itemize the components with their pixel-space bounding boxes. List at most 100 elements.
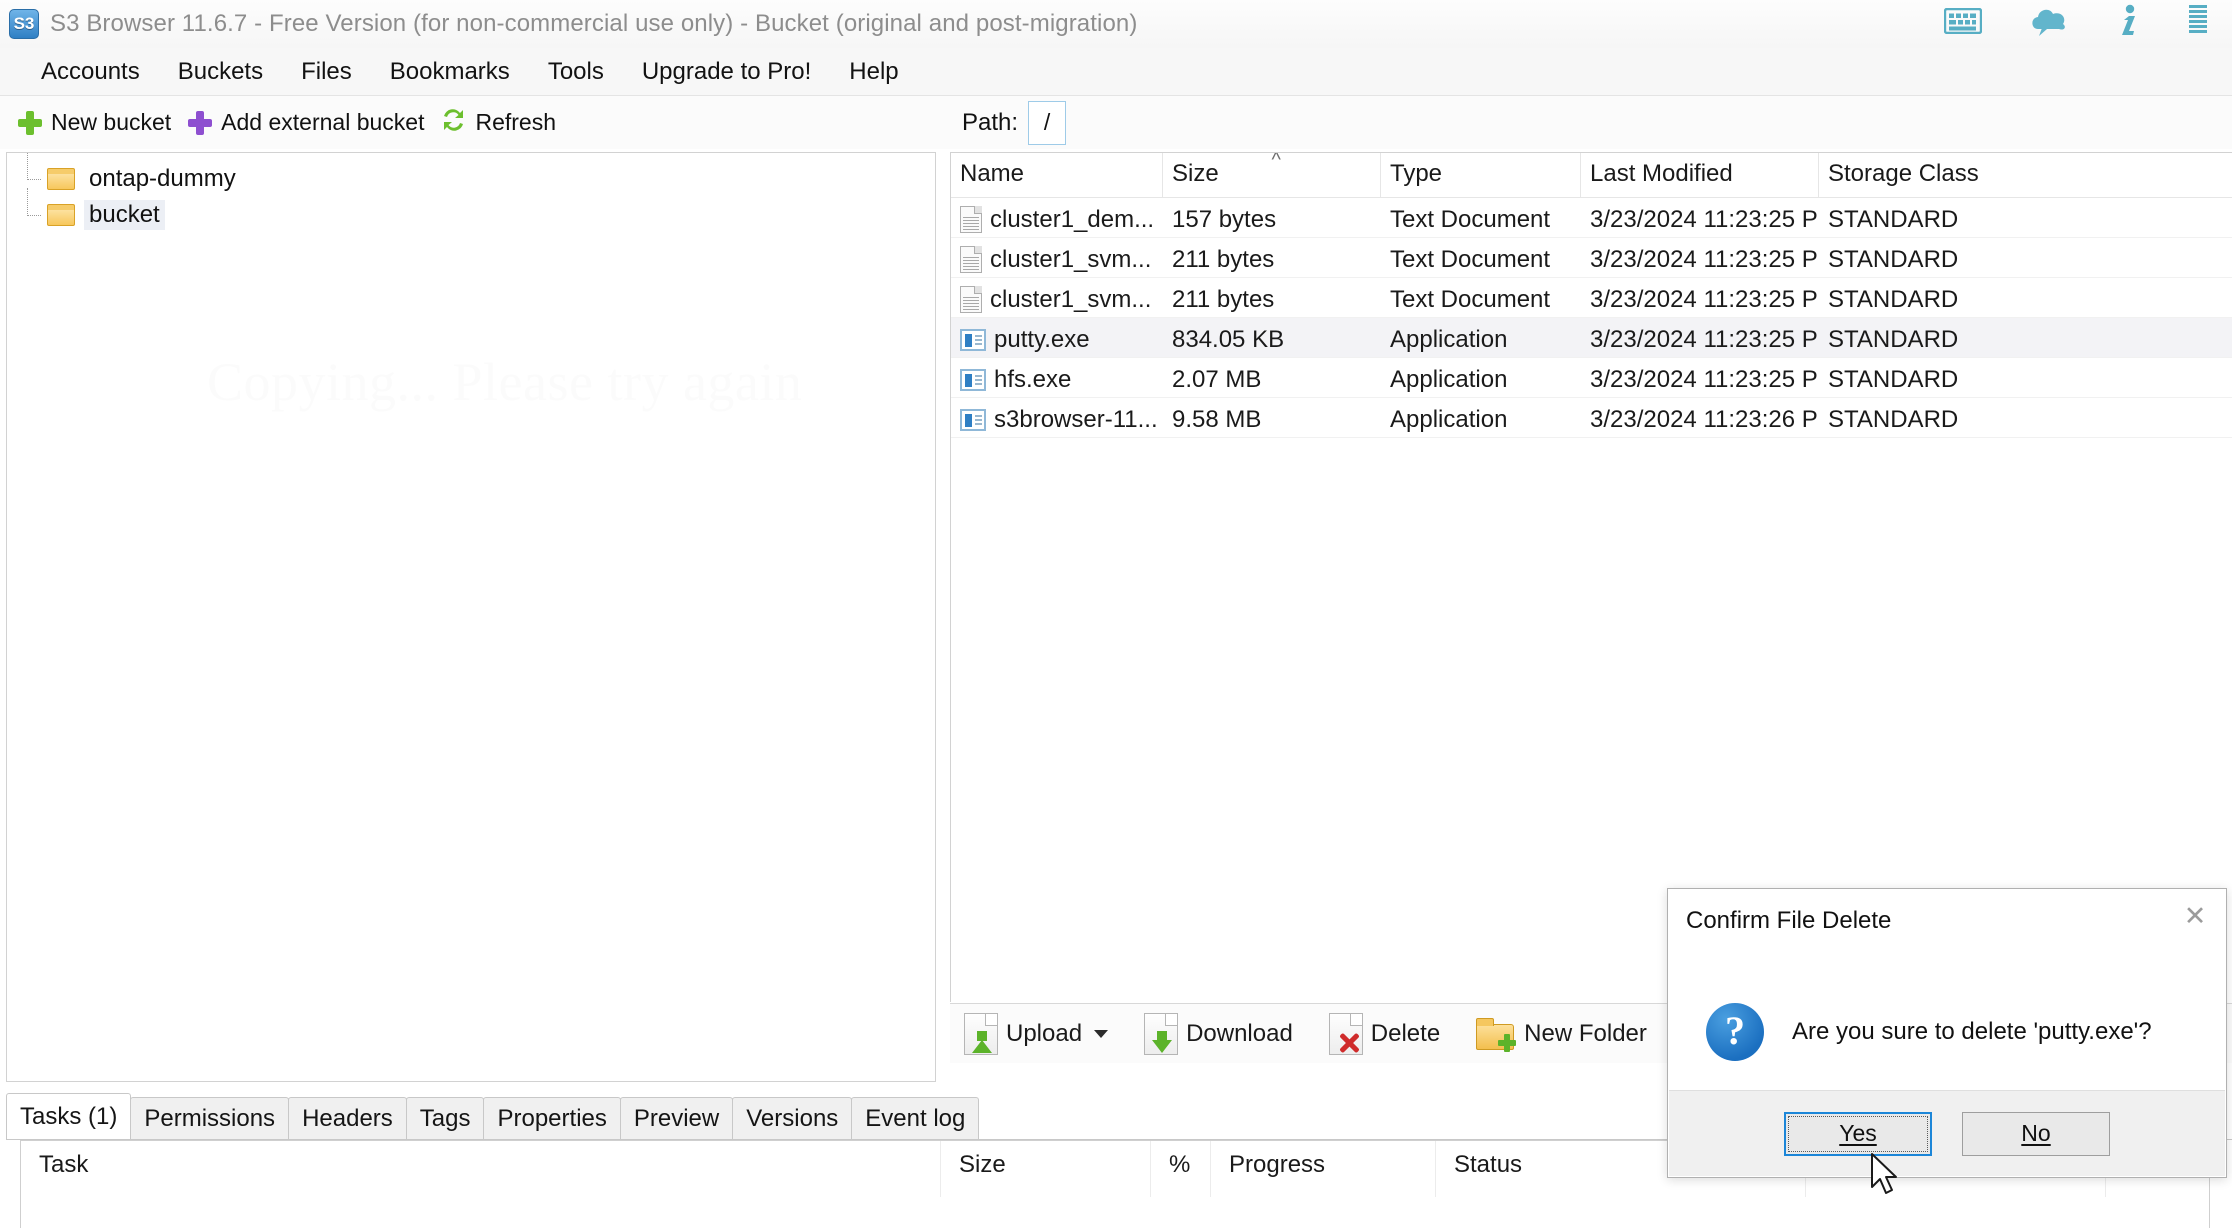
table-row[interactable]: hfs.exe 2.07 MB Application 3/23/2024 11… [951, 358, 2232, 398]
new-folder-button[interactable]: New Folder [1472, 1016, 1659, 1052]
no-button-label: No [2021, 1120, 2051, 1146]
tab-tasks[interactable]: Tasks (1) [6, 1093, 132, 1139]
table-row[interactable]: cluster1_svm... 211 bytes Text Document … [951, 238, 2232, 278]
menu-help[interactable]: Help [830, 56, 917, 88]
cell-type: Text Document [1390, 285, 1551, 313]
question-mark-icon: ? [1706, 1003, 1764, 1061]
text-document-icon [960, 286, 982, 313]
chevron-down-icon[interactable] [1094, 1029, 1109, 1038]
table-row[interactable]: cluster1_dem... 157 bytes Text Document … [951, 198, 2232, 238]
sort-ascending-icon: ^ [1271, 153, 1281, 171]
file-list-header: Name ^ Size Type Last Modified Storage C… [951, 153, 2232, 198]
application-icon [960, 328, 986, 351]
new-folder-icon [1476, 1017, 1517, 1052]
menu-tools[interactable]: Tools [529, 56, 623, 88]
file-list[interactable]: Name ^ Size Type Last Modified Storage C… [950, 152, 2232, 1002]
column-header-name-label: Name [960, 160, 1025, 187]
menu-bookmarks[interactable]: Bookmarks [371, 56, 529, 88]
cell-type: Application [1390, 325, 1508, 353]
cell-last-modified: 3/23/2024 11:23:26 PM [1590, 405, 1819, 433]
cell-name: cluster1_svm... [951, 238, 1163, 277]
table-row-selected[interactable]: putty.exe 834.05 KB Application 3/23/202… [951, 318, 2232, 358]
tab-preview[interactable]: Preview [619, 1097, 734, 1139]
yes-button-label: Yes [1839, 1120, 1877, 1146]
cell-size: 834.05 KB [1172, 325, 1285, 353]
tree-connector [27, 153, 41, 180]
delete-icon [1328, 1012, 1363, 1055]
application-icon [960, 408, 986, 431]
delete-button[interactable]: Delete [1325, 1011, 1452, 1057]
menu-files[interactable]: Files [282, 56, 371, 88]
refresh-button[interactable]: Refresh [436, 105, 568, 141]
task-column-header-progress[interactable]: Progress [1211, 1141, 1436, 1197]
bucket-tree-panel[interactable]: Copying... Please try again ontap-dummy … [6, 152, 936, 1082]
cell-storage-class: STANDARD [1828, 325, 1959, 353]
status-watermark: Copying... Please try again [207, 352, 803, 412]
table-row[interactable]: s3browser-11... 9.58 MB Application 3/23… [951, 398, 2232, 438]
cell-last-modified: 3/23/2024 11:23:25 PM [1590, 365, 1819, 393]
column-header-type[interactable]: Type [1381, 153, 1581, 197]
column-header-last-modified[interactable]: Last Modified [1581, 153, 1819, 197]
tab-permissions[interactable]: Permissions [130, 1097, 290, 1139]
tab-event-log[interactable]: Event log [851, 1097, 980, 1139]
column-header-name[interactable]: Name [951, 153, 1163, 197]
window-title: S3 Browser 11.6.7 - Free Version (for no… [50, 10, 1138, 37]
cloud-icon[interactable] [2028, 5, 2070, 42]
cell-type: Application [1390, 405, 1508, 433]
tab-headers[interactable]: Headers [288, 1097, 407, 1139]
text-document-icon [960, 206, 982, 233]
cell-last-modified: 3/23/2024 11:23:25 PM [1590, 245, 1819, 273]
download-label: Download [1186, 1019, 1293, 1047]
cell-name: putty.exe [951, 318, 1163, 357]
dialog-message: Are you sure to delete 'putty.exe'? [1792, 1018, 2152, 1045]
menu-bar: Accounts Buckets Files Bookmarks Tools U… [0, 48, 2232, 96]
task-column-header-size[interactable]: Size [941, 1141, 1151, 1197]
menu-buckets[interactable]: Buckets [159, 56, 282, 88]
cell-size: 9.58 MB [1172, 405, 1262, 433]
new-folder-label: New Folder [1524, 1019, 1647, 1047]
upload-button[interactable]: Upload [960, 1011, 1120, 1057]
menu-upgrade-to-pro[interactable]: Upgrade to Pro! [623, 56, 830, 88]
column-header-size-label: Size [1172, 160, 1219, 187]
cell-storage-class: STANDARD [1828, 245, 1959, 273]
refresh-icon [440, 107, 467, 139]
add-external-bucket-label: Add external bucket [221, 109, 425, 135]
no-button[interactable]: No [1962, 1111, 2110, 1156]
tree-item-bucket[interactable]: bucket [7, 188, 165, 233]
dialog-footer: Yes No [1669, 1090, 2225, 1176]
table-row[interactable]: cluster1_svm... 211 bytes Text Document … [951, 278, 2232, 318]
file-name-label: cluster1_dem... [990, 205, 1155, 233]
text-document-icon [960, 246, 982, 273]
cell-size: 2.07 MB [1172, 365, 1262, 393]
task-column-header-task[interactable]: Task [21, 1141, 941, 1197]
cell-storage-class: STANDARD [1828, 365, 1959, 393]
add-external-bucket-button[interactable]: Add external bucket [183, 107, 436, 138]
yes-button[interactable]: Yes [1784, 1111, 1932, 1156]
keyboard-icon[interactable] [1943, 7, 1983, 39]
column-header-size[interactable]: ^ Size [1163, 153, 1381, 197]
download-button[interactable]: Download [1140, 1011, 1305, 1057]
task-column-header-percent[interactable]: % [1151, 1141, 1211, 1197]
close-icon[interactable]: ✕ [2178, 901, 2212, 931]
column-header-storage-class[interactable]: Storage Class [1819, 153, 2231, 197]
cell-type: Text Document [1390, 245, 1551, 273]
list-icon[interactable] [2186, 4, 2210, 43]
info-icon[interactable] [2116, 4, 2140, 43]
title-bar: S3 S3 Browser 11.6.7 - Free Version (for… [0, 0, 2232, 48]
column-header-type-label: Type [1390, 160, 1443, 187]
folder-icon [47, 168, 75, 190]
tab-versions[interactable]: Versions [732, 1097, 853, 1139]
tab-tags[interactable]: Tags [405, 1097, 485, 1139]
column-header-last-modified-label: Last Modified [1590, 160, 1733, 187]
tree-item-ontap-dummy[interactable]: ontap-dummy [7, 153, 241, 197]
folder-icon [47, 204, 75, 226]
tab-properties[interactable]: Properties [483, 1097, 621, 1139]
path-input[interactable]: / [1028, 100, 1067, 145]
cell-size: 211 bytes [1172, 285, 1275, 313]
new-bucket-button[interactable]: New bucket [13, 107, 183, 138]
cell-name: cluster1_dem... [951, 198, 1163, 237]
menu-accounts[interactable]: Accounts [22, 56, 159, 88]
file-name-label: cluster1_svm... [990, 245, 1152, 273]
cell-size: 157 bytes [1172, 205, 1277, 233]
title-bar-icons [1943, 4, 2210, 43]
